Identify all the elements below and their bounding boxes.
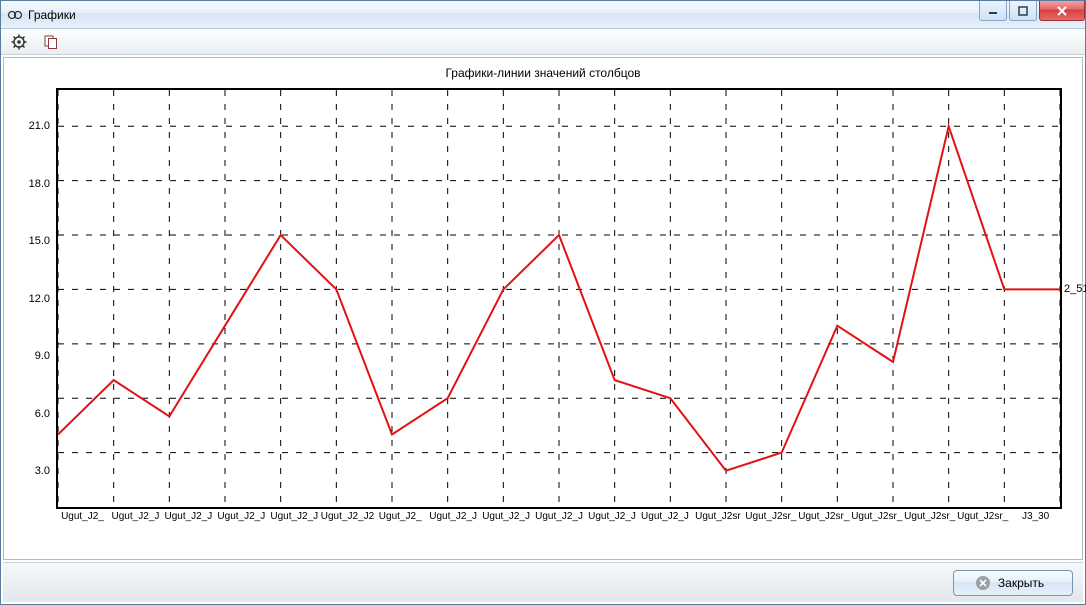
y-tick-label: 18.0 — [29, 178, 50, 190]
x-tick-label: Ugut_J2_J — [268, 511, 321, 529]
maximize-icon — [1018, 6, 1028, 16]
x-tick-label: Ugut_J2_J — [533, 511, 586, 529]
x-tick-label: Ugut_J2_J2s — [321, 511, 374, 529]
x-tick-label: Ugut_J2_J — [162, 511, 215, 529]
window-controls — [979, 1, 1085, 21]
window-frame: Графики — [0, 0, 1086, 605]
minimize-button[interactable] — [979, 1, 1007, 21]
x-tick-label: J3_30 — [1009, 511, 1062, 529]
app-icon — [7, 7, 23, 23]
x-tick-label: Ugut_J2_J — [638, 511, 691, 529]
gear-icon — [11, 34, 27, 50]
window-title: Графики — [28, 8, 76, 22]
x-tick-label: Ugut_J2sr_ — [903, 511, 956, 529]
x-tick-label: Ugut_J2_ — [374, 511, 427, 529]
y-axis-labels: 3.0 6.0 9.0 12.0 15.0 18.0 21.0 — [16, 88, 54, 529]
close-icon — [1056, 6, 1068, 16]
chart-panel: Графики-линии значений столбцов 3.0 6.0 9.… — [3, 57, 1083, 560]
x-tick-label: Ugut_J2sr_ — [850, 511, 903, 529]
toolbar — [1, 29, 1085, 55]
x-axis-labels: Ugut_J2_Ugut_J2_JUgut_J2_JUgut_J2_JUgut_… — [56, 511, 1062, 529]
x-tick-label: Ugut_J2_J — [215, 511, 268, 529]
y-tick-label: 15.0 — [29, 235, 50, 247]
chart-svg — [58, 90, 1060, 507]
copy-button[interactable] — [41, 32, 61, 52]
titlebar: Графики — [1, 1, 1085, 29]
bottom-bar: Закрыть — [3, 562, 1083, 602]
maximize-button[interactable] — [1009, 1, 1037, 21]
plot-wrap: 3.06.09.012.015.018.021.0 2_51 Ugut_J2_U… — [16, 88, 1070, 529]
x-tick-label: Ugut_J2sr_ — [956, 511, 1009, 529]
x-tick-label: Ugut_J2_J — [586, 511, 639, 529]
y-tick-label: 21.0 — [29, 120, 50, 132]
close-button-icon — [976, 576, 990, 590]
y-tick-label: 6.0 — [35, 408, 50, 420]
x-tick-label: Ugut_J2sr_ — [797, 511, 850, 529]
close-button-label: Закрыть — [998, 576, 1044, 590]
settings-button[interactable] — [9, 32, 29, 52]
y-tick-label: 12.0 — [29, 293, 50, 305]
close-button[interactable]: Закрыть — [953, 570, 1073, 596]
minimize-icon — [988, 6, 998, 16]
y-tick-label: 3.0 — [35, 465, 50, 477]
close-window-button[interactable] — [1039, 1, 1085, 21]
plot-box: 2_51 — [56, 88, 1062, 509]
copy-icon — [43, 34, 59, 50]
chart-title: Графики-линии значений столбцов — [4, 66, 1082, 80]
x-tick-label: Ugut_J2_ — [56, 511, 109, 529]
y-tick-label: 9.0 — [35, 350, 50, 362]
x-tick-label: Ugut_J2_J — [480, 511, 533, 529]
x-tick-label: Ugut_J2sr_ — [744, 511, 797, 529]
x-tick-label: Ugut_J2sr — [691, 511, 744, 529]
x-tick-label: Ugut_J2_J — [427, 511, 480, 529]
x-tick-label: Ugut_J2_J — [109, 511, 162, 529]
